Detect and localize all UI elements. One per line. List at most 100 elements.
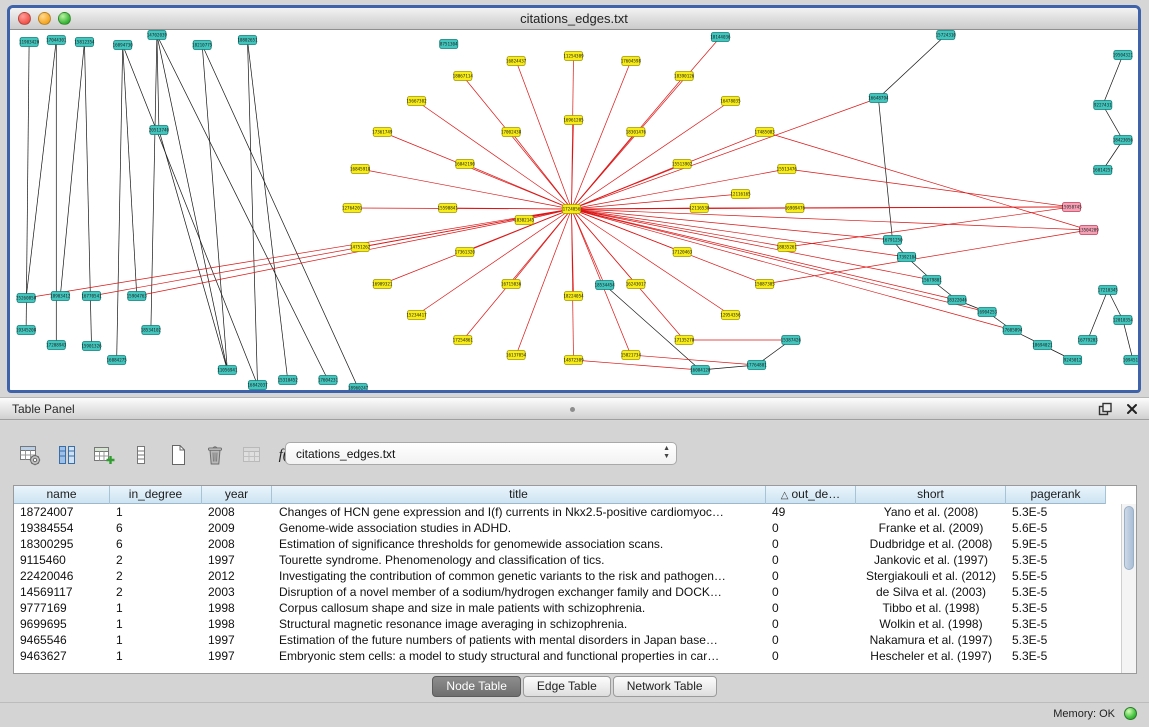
graph-node[interactable]: 12954356 [720,311,741,320]
graph-node[interactable]: 17135278 [674,336,695,345]
graph-node[interactable]: 16842190 [455,160,476,169]
table-row[interactable]: 1456911722003Disruption of a novel membe… [14,584,1121,600]
graph-node[interactable]: 17254861 [453,336,474,345]
graph-node[interactable]: 16845918 [350,165,371,174]
graph-node[interactable]: 12764201 [342,204,363,213]
graph-node[interactable]: 17361749 [372,128,393,137]
graph-node[interactable]: 17044301 [46,36,67,45]
table-source-select[interactable]: citations_edges.txt ▲▼ [285,442,677,465]
column-header-out_de[interactable]: △out_de… [766,486,856,504]
table-row[interactable]: 946362711997Embryonic stem cells: a mode… [14,648,1121,664]
graph-node[interactable]: 15904763 [127,292,148,301]
column-header-pagerank[interactable]: pagerank [1006,486,1106,504]
graph-node[interactable]: 15667302 [406,97,427,106]
graph-node[interactable]: 15901326 [81,342,102,351]
graph-node[interactable]: 17208943 [46,341,67,350]
graph-node[interactable]: 17002438 [501,128,522,137]
table-row[interactable]: 1830029562008Estimation of significance … [14,536,1121,552]
create-column-icon[interactable] [90,441,118,469]
graph-node[interactable]: 18210775 [192,41,213,50]
graph-node[interactable]: 17210345 [1098,286,1119,295]
graph-node[interactable]: 16842037 [247,381,268,390]
graph-node[interactable]: 17485083 [755,128,776,137]
column-header-name[interactable]: name [14,486,110,504]
graph-node[interactable]: 16791250 [882,236,903,245]
graph-node[interactable]: 17392104 [896,253,917,262]
graph-node[interactable]: 15513476 [777,165,798,174]
graph-node[interactable]: 15513902 [672,160,693,169]
graph-node[interactable]: 15821734 [621,351,642,360]
graph-node[interactable]: 14702039 [147,31,168,40]
graph-node[interactable]: 12116530 [689,204,710,213]
graph-node[interactable]: 17361320 [455,248,476,257]
graph-node[interactable]: 18390126 [674,72,695,81]
graph-node[interactable]: 12010354 [1113,316,1134,325]
close-window-button[interactable] [18,12,31,25]
zoom-window-button[interactable] [58,12,71,25]
tab-node-table[interactable]: Node Table [432,676,521,697]
column-header-year[interactable]: year [202,486,272,504]
graph-node[interactable]: 16904253 [977,308,998,317]
graph-node[interactable]: 15812354 [74,38,95,47]
new-table-icon[interactable] [164,441,192,469]
import-table-icon[interactable] [238,441,266,469]
graph-node[interactable]: 16094730 [113,41,134,50]
graph-node[interactable]: 19345208 [16,326,37,335]
panel-drag-handle[interactable] [570,407,575,412]
window-titlebar[interactable]: citations_edges.txt [10,8,1138,30]
table-row[interactable]: 969969511998Structural magnetic resonanc… [14,616,1121,632]
table-row[interactable]: 946554611997Estimation of the future num… [14,632,1121,648]
graph-node[interactable]: 9227431 [1094,101,1112,110]
graph-node[interactable]: 16909321 [372,280,393,289]
table-row[interactable]: 2242004622012Investigating the contribut… [14,568,1121,584]
graph-node[interactable]: 1724056 [562,205,580,214]
table-row[interactable]: 977716911998Corpus callosum shape and si… [14,600,1121,616]
graph-node[interactable]: 15958745 [1061,203,1082,212]
graph-node[interactable]: 18534454 [595,281,616,290]
graph-node[interactable]: 14872309 [563,356,584,365]
graph-node[interactable]: 10945102 [1123,356,1138,365]
column-header-in_degree[interactable]: in_degree [110,486,202,504]
tab-network-table[interactable]: Network Table [613,676,717,697]
column-header-title[interactable]: title [272,486,766,504]
graph-node[interactable]: 18423056 [1113,136,1134,145]
graph-node[interactable]: 11254309 [563,52,584,61]
graph-node[interactable]: 25260850 [16,294,37,303]
graph-node[interactable]: 15387426 [781,336,802,345]
scrollbar-thumb[interactable] [1124,506,1134,570]
graph-node[interactable]: 16779203 [1078,336,1099,345]
graph-node[interactable]: 15724310 [936,31,957,40]
graph-node[interactable]: 17604598 [621,57,642,66]
graph-node[interactable]: 18322046 [947,296,968,305]
table-row[interactable]: 1872400712008Changes of HCN gene express… [14,504,1121,520]
graph-node[interactable]: 17604231 [318,376,339,385]
network-view[interactable]: 1724056169094761883526115087305129543561… [10,30,1138,390]
graph-node[interactable]: 14751262 [350,243,371,252]
table-panel-header[interactable]: Table Panel [0,397,1149,420]
graph-node[interactable]: 17120463 [672,248,693,257]
minimize-window-button[interactable] [38,12,51,25]
graph-node[interactable]: 15590841 [438,204,459,213]
graph-node[interactable]: 15087305 [755,280,776,289]
table-settings-icon[interactable] [16,441,44,469]
graph-node[interactable]: 8751304 [440,40,458,49]
graph-node[interactable]: 18534102 [141,326,162,335]
graph-node[interactable]: 17605894 [1002,326,1023,335]
column-header-short[interactable]: short [856,486,1006,504]
graph-node[interactable]: 15679801 [922,276,943,285]
graph-node[interactable]: 18960247 [348,384,369,391]
graph-node[interactable]: 18302145 [514,216,535,225]
graph-node[interactable]: 18144036 [710,33,731,42]
graph-node[interactable]: 15310452 [278,376,299,385]
graph-node[interactable]: 11903420 [19,38,40,47]
graph-node[interactable]: 16961205 [563,116,584,125]
graph-node[interactable]: 16084275 [107,356,128,365]
table-row[interactable]: 911546021997Tourette syndrome. Phenomeno… [14,552,1121,568]
graph-node[interactable]: 17764801 [746,361,767,370]
graph-node[interactable]: 12116165 [730,190,751,199]
graph-node[interactable]: 18835261 [777,243,798,252]
graph-node[interactable]: 16084120 [690,366,711,375]
tab-edge-table[interactable]: Edge Table [523,676,611,697]
graph-node[interactable]: 16137054 [506,351,527,360]
graph-node[interactable]: 20513740 [149,126,170,135]
